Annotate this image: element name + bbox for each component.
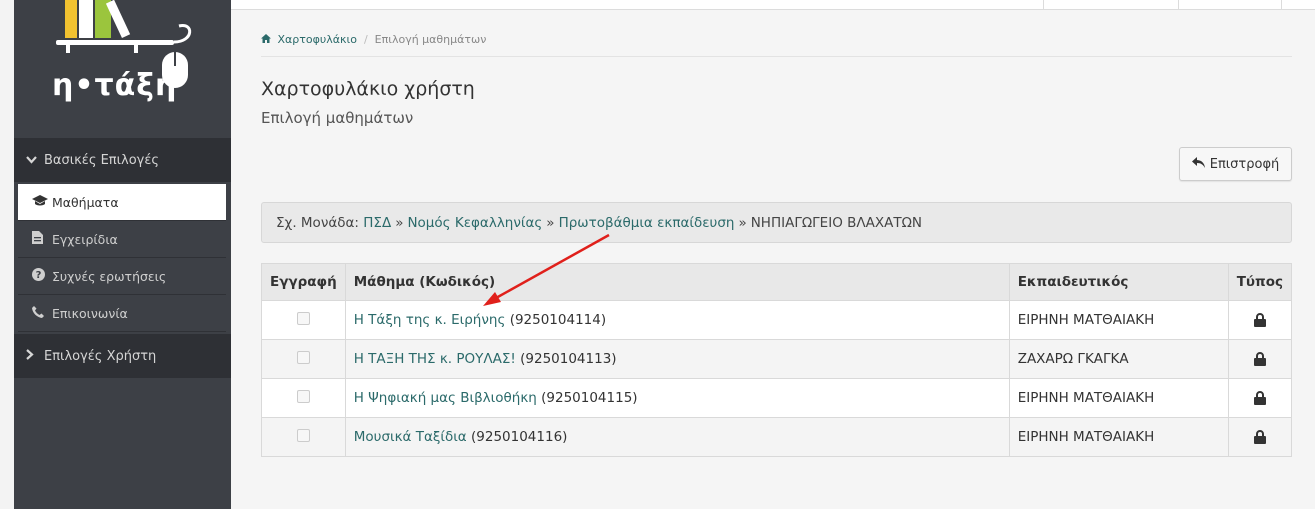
type-cell (1227, 339, 1293, 379)
unit-link-prefecture[interactable]: Νομός Κεφαλληνίας (407, 215, 542, 231)
page-subtitle: Επιλογή μαθημάτων (261, 109, 414, 127)
lock-icon (1253, 391, 1266, 405)
register-cell (261, 378, 346, 418)
lock-icon (1253, 352, 1266, 366)
logo[interactable]: η•τάξη (14, 0, 231, 138)
course-code: (9250104114) (509, 312, 607, 328)
logo-text: η•τάξη (52, 68, 178, 103)
sidebar-item-contact[interactable]: Επικοινωνία (18, 295, 226, 332)
breadcrumb-current: Επιλογή μαθημάτων (374, 33, 487, 46)
course-code: (9250104113) (520, 351, 617, 367)
document-icon (32, 231, 52, 247)
table-row: Η Ψηφιακή μας Βιβλιοθήκη (9250104115) ΕΙ… (261, 378, 1293, 418)
table-row: Μουσικά Ταξίδια (9250104116) ΕΙΡΗΝΗ ΜΑΤΘ… (261, 417, 1293, 457)
course-cell: Μουσικά Ταξίδια (9250104116) (344, 417, 1010, 457)
unit-school-name: ΝΗΠΙΑΓΩΓΕΙΟ ΒΛΑΧΑΤΩΝ (750, 214, 922, 231)
register-cell (261, 417, 346, 457)
breadcrumb-separator: / (363, 33, 368, 46)
home-icon (261, 33, 275, 46)
nav-section-main-label: Βασικές Επιλογές (44, 152, 160, 168)
navbar-separator (1178, 0, 1179, 10)
breadcrumb: Χαρτοφυλάκιο / Επιλογή μαθημάτων (261, 33, 486, 46)
courses-table: Εγγραφή Μάθημα (Κωδικός) Εκπαιδευτικός Τ… (261, 263, 1293, 457)
phone-icon (32, 305, 52, 321)
course-cell: Η Τάξη της κ. Ειρήνης (9250104114) (344, 300, 1010, 340)
course-cell: Η Ψηφιακή μας Βιβλιοθήκη (9250104115) (344, 378, 1010, 418)
course-link[interactable]: Η Τάξη της κ. Ειρήνης (354, 312, 506, 328)
top-navbar (231, 0, 1315, 10)
chevron-down-icon (26, 153, 44, 167)
nav-section-user-label: Επιλογές Χρήστη (44, 348, 157, 364)
sidebar: η•τάξη Βασικές Επιλογές Μαθήματα Εγχειρί… (14, 0, 231, 509)
course-link[interactable]: Η ΤΑΞΗ ΤΗΣ κ. ΡΟΥΛΑΣ! (354, 351, 516, 367)
type-cell (1227, 378, 1293, 418)
column-header-course: Μάθημα (Κωδικός) (344, 263, 1010, 301)
lock-icon (1253, 430, 1266, 444)
unit-link-primary-education[interactable]: Πρωτοβάθμια εκπαίδευση (559, 215, 735, 231)
course-code: (9250104115) (541, 390, 638, 406)
back-button[interactable]: Επιστροφή (1179, 147, 1292, 181)
sidebar-item-label: Μαθήματα (52, 194, 119, 210)
course-link[interactable]: Η Ψηφιακή μας Βιβλιοθήκη (354, 390, 537, 406)
course-link[interactable]: Μουσικά Ταξίδια (354, 429, 467, 445)
sidebar-item-courses[interactable]: Μαθήματα (18, 184, 226, 221)
lock-icon (1253, 313, 1266, 327)
nav-section-main[interactable]: Βασικές Επιλογές (14, 138, 231, 182)
navbar-separator (1043, 0, 1044, 10)
type-cell (1227, 417, 1293, 457)
sidebar-item-label: Επικοινωνία (52, 305, 128, 321)
register-checkbox[interactable] (296, 350, 310, 364)
register-checkbox[interactable] (296, 428, 310, 442)
breadcrumb-home-link[interactable]: Χαρτοφυλάκιο (278, 33, 357, 46)
unit-separator: » (546, 214, 555, 231)
sidebar-item-manuals[interactable]: Εγχειρίδια (18, 221, 226, 258)
sidebar-item-label: Συχνές ερωτήσεις (52, 268, 167, 284)
type-cell (1227, 300, 1293, 340)
chevron-right-icon (26, 349, 44, 363)
table-header-row: Εγγραφή Μάθημα (Κωδικός) Εκπαιδευτικός Τ… (261, 263, 1293, 301)
register-checkbox[interactable] (296, 389, 310, 403)
register-cell (261, 300, 346, 340)
svg-text:?: ? (36, 270, 42, 281)
unit-separator: » (395, 214, 404, 231)
register-checkbox[interactable] (296, 311, 310, 325)
navbar-separator (1281, 0, 1282, 10)
column-header-type: Τύπος (1227, 263, 1293, 301)
unit-link-psd[interactable]: ΠΣΔ (363, 215, 391, 231)
teacher-cell: ΕΙΡΗΝΗ ΜΑΤΘΑΙΑΚΗ (1008, 300, 1229, 340)
breadcrumb-divider (261, 56, 1292, 57)
table-row: Η Τάξη της κ. Ειρήνης (9250104114) ΕΙΡΗΝ… (261, 300, 1293, 340)
nav-section-user[interactable]: Επιλογές Χρήστη (14, 334, 231, 378)
reply-arrow-icon (1191, 156, 1205, 172)
course-code: (9250104116) (471, 429, 568, 445)
school-unit-path: Σχ. Μονάδα: ΠΣΔ» Νομός Κεφαλληνίας» Πρωτοβ… (261, 202, 1292, 243)
column-header-teacher: Εκπαιδευτικός (1008, 263, 1229, 301)
teacher-cell: ΖΑΧΑΡΩ ΓΚΑΓΚΑ (1008, 339, 1229, 379)
course-cell: Η ΤΑΞΗ ΤΗΣ κ. ΡΟΥΛΑΣ! (9250104113) (344, 339, 1010, 379)
question-circle-icon: ? (32, 268, 52, 284)
column-header-register: Εγγραφή (261, 263, 346, 301)
graduation-cap-icon (32, 194, 52, 210)
teacher-cell: ΕΙΡΗΝΗ ΜΑΤΘΑΙΑΚΗ (1008, 378, 1229, 418)
left-gutter (0, 0, 14, 509)
teacher-cell: ΕΙΡΗΝΗ ΜΑΤΘΑΙΑΚΗ (1008, 417, 1229, 457)
unit-separator: » (738, 214, 747, 231)
page-title: Χαρτοφυλάκιο χρήστη (261, 78, 475, 100)
table-row: Η ΤΑΞΗ ΤΗΣ κ. ΡΟΥΛΑΣ! (9250104113) ΖΑΧΑΡ… (261, 339, 1293, 379)
sidebar-item-faq[interactable]: ? Συχνές ερωτήσεις (18, 258, 226, 295)
register-cell (261, 339, 346, 379)
back-button-label: Επιστροφή (1209, 156, 1280, 172)
sidebar-item-label: Εγχειρίδια (52, 231, 118, 247)
unit-prefix: Σχ. Μονάδα: (276, 214, 359, 231)
